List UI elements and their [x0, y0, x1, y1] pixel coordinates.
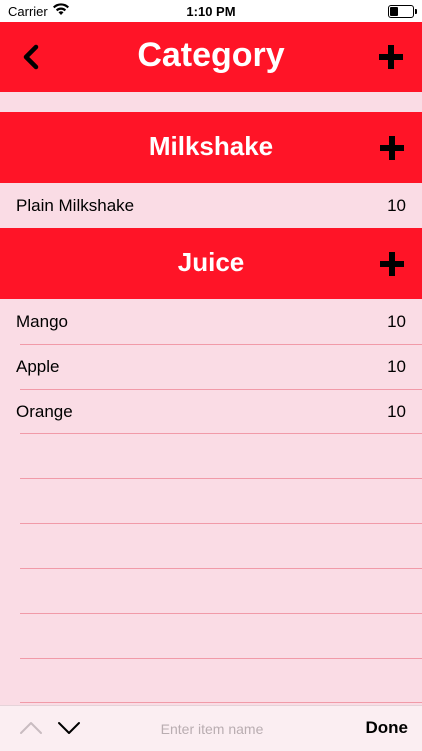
- item-name: Orange: [16, 402, 73, 421]
- item-name: Plain Milkshake: [16, 196, 135, 215]
- section-title: Juice: [177, 247, 245, 277]
- status-time: 1:10 PM: [186, 4, 236, 19]
- list-item[interactable]: Orange 10: [0, 389, 422, 434]
- item-name-input[interactable]: [120, 716, 304, 742]
- plus-icon: [380, 252, 404, 276]
- page-title: Category: [137, 36, 285, 74]
- section-header-juice: Juice: [0, 228, 422, 299]
- plus-icon: [380, 136, 404, 160]
- row-separator: [20, 433, 422, 434]
- battery-icon: [388, 5, 417, 18]
- section-title: Milkshake: [148, 131, 274, 161]
- status-bar: Carrier 1:10 PM: [0, 0, 422, 22]
- next-field-button[interactable]: [56, 718, 82, 738]
- item-quantity: 10: [387, 312, 406, 331]
- list-item[interactable]: Apple 10: [0, 344, 422, 389]
- item-quantity: 10: [387, 402, 406, 421]
- chevron-down-icon: [58, 722, 80, 734]
- done-button[interactable]: Done: [366, 718, 409, 738]
- item-quantity: 10: [387, 357, 406, 376]
- row-separator: [20, 568, 422, 569]
- list-item[interactable]: Mango 10: [0, 299, 422, 344]
- item-quantity: 10: [387, 196, 406, 215]
- row-separator: [20, 523, 422, 524]
- chevron-up-icon: [20, 722, 42, 734]
- add-category-button[interactable]: [376, 42, 406, 72]
- row-separator: [20, 613, 422, 614]
- nav-bar: Category: [0, 22, 422, 92]
- row-separator: [20, 702, 422, 703]
- section-header-milkshake: Milkshake: [0, 112, 422, 183]
- item-name: Mango: [16, 312, 68, 331]
- add-item-button[interactable]: [378, 134, 406, 162]
- list-item[interactable]: Plain Milkshake 10: [0, 183, 422, 228]
- keyboard-accessory-bar: Done: [0, 705, 422, 751]
- row-separator: [20, 658, 422, 659]
- previous-field-button[interactable]: [18, 718, 44, 738]
- add-item-button[interactable]: [378, 250, 406, 278]
- plus-icon: [379, 45, 403, 69]
- row-separator: [20, 478, 422, 479]
- battery-fill: [390, 7, 398, 16]
- item-name: Apple: [16, 357, 60, 376]
